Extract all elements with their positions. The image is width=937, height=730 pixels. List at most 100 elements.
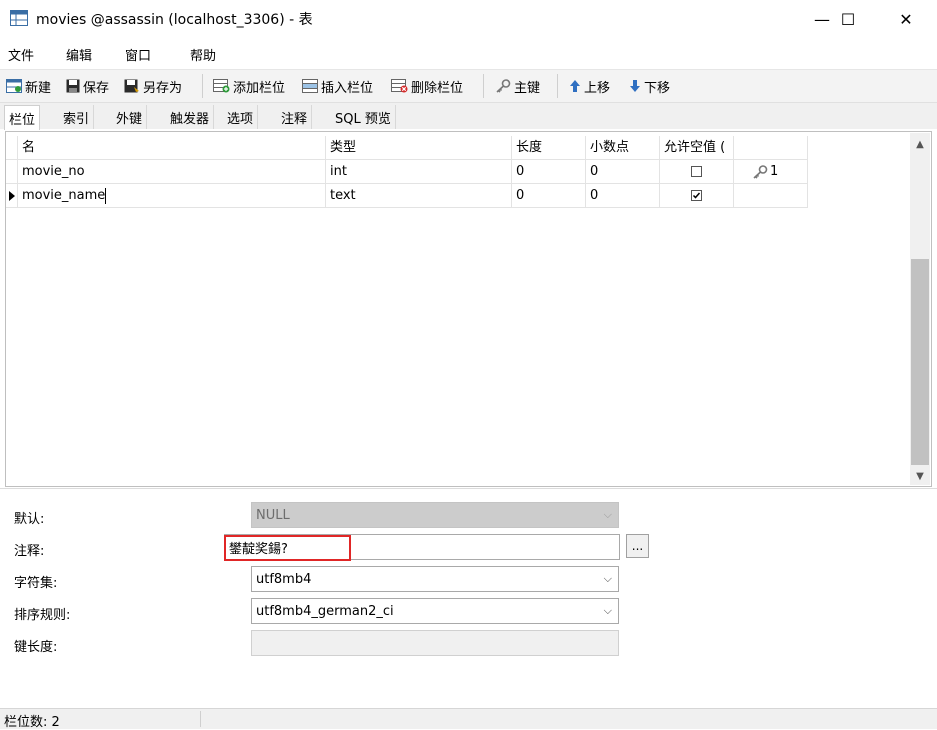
menu-help[interactable]: 帮助 [190, 45, 216, 64]
arrow-down-icon [630, 80, 640, 92]
charset-select[interactable]: utf8mb4 ⌵ [251, 566, 619, 592]
row-indicator-current[interactable] [6, 184, 18, 208]
status-separator [200, 711, 201, 727]
cell-field-nullable[interactable] [660, 184, 734, 208]
close-icon: ✕ [899, 9, 913, 29]
comment-editor-button[interactable]: ... [626, 534, 649, 558]
tab-sql-preview[interactable]: SQL 预览 [331, 105, 396, 129]
tab-indexes[interactable]: 索引 [59, 105, 95, 129]
save-icon [66, 79, 80, 93]
primary-key-icon [753, 165, 768, 179]
menu-bar: 文件 编辑 窗口 帮助 [0, 40, 937, 66]
collation-label: 排序规则: [14, 608, 71, 623]
charset-label: 字符集: [14, 576, 58, 591]
field-count-status: 栏位数: 2 [4, 715, 60, 730]
cell-field-key[interactable]: 1 [734, 160, 808, 184]
row-indicator[interactable] [6, 160, 18, 184]
tab-options[interactable]: 选项 [223, 105, 259, 129]
cell-field-nullable[interactable] [660, 160, 734, 184]
column-header-length[interactable]: 长度 [512, 136, 586, 160]
column-header-decimals[interactable]: 小数点 [586, 136, 660, 160]
default-label: 默认: [14, 512, 45, 527]
fields-grid: 名 类型 长度 小数点 允许空值 ( movie_no int 0 0 1 mo… [5, 131, 932, 487]
move-down-label: 下移 [644, 80, 671, 96]
cell-field-decimals[interactable]: 0 [586, 160, 660, 184]
menu-file[interactable]: 文件 [8, 45, 34, 64]
tab-fields[interactable]: 栏位 [4, 105, 41, 130]
toolbar: 新建 保存 另存为 添加栏位 插入栏位 删除栏位 主键 上移 下移 [0, 69, 937, 103]
grid-vertical-scrollbar[interactable]: ▲ ▼ [910, 133, 930, 485]
delete-field-button[interactable]: 删除栏位 [391, 76, 463, 96]
primary-key-label: 主键 [514, 80, 541, 96]
menu-window[interactable]: 窗口 [125, 45, 151, 64]
chevron-down-icon: ⌵ [603, 572, 612, 585]
maximize-icon: ☐ [840, 9, 856, 29]
toolbar-separator [483, 74, 484, 98]
column-header-key[interactable] [734, 136, 808, 160]
key-order: 1 [770, 164, 779, 179]
collation-value: utf8mb4_german2_ci [256, 603, 394, 619]
default-value: NULL [256, 507, 290, 523]
cell-field-name[interactable]: movie_no [18, 160, 326, 184]
table-app-icon [10, 10, 28, 26]
close-button[interactable]: ✕ [883, 0, 929, 38]
insert-field-label: 插入栏位 [321, 80, 374, 96]
add-field-button[interactable]: 添加栏位 [213, 76, 285, 96]
column-header-nullable[interactable]: 允许空值 ( [660, 136, 734, 160]
toolbar-separator [557, 74, 558, 98]
nullable-checkbox[interactable] [691, 166, 702, 177]
status-bar: 栏位数: 2 [0, 708, 937, 730]
add-field-icon [213, 79, 230, 93]
field-name-editor[interactable]: movie_name [22, 188, 105, 203]
key-icon [496, 79, 511, 93]
new-label: 新建 [25, 80, 52, 96]
maximize-button[interactable]: ☐ [825, 0, 871, 38]
nullable-checkbox-checked[interactable] [691, 190, 702, 201]
collation-select[interactable]: utf8mb4_german2_ci ⌵ [251, 598, 619, 624]
menu-edit[interactable]: 编辑 [66, 45, 92, 64]
cell-field-type[interactable]: int [326, 160, 512, 184]
cell-field-key[interactable] [734, 184, 808, 208]
new-button[interactable]: 新建 [6, 76, 51, 96]
key-length-label: 键长度: [14, 640, 58, 655]
header-row-indicator [6, 136, 18, 160]
move-down-button[interactable]: 下移 [629, 76, 670, 96]
current-row-arrow-icon [9, 191, 15, 201]
key-length-input [251, 630, 619, 656]
add-field-label: 添加栏位 [233, 80, 286, 96]
window-title: movies @assassin (localhost_3306) - 表 [36, 12, 313, 28]
move-up-label: 上移 [584, 80, 611, 96]
insert-field-button[interactable]: 插入栏位 [302, 76, 373, 96]
tab-comment[interactable]: 注释 [277, 105, 313, 129]
comment-label: 注释: [14, 544, 45, 559]
primary-key-button[interactable]: 主键 [495, 76, 540, 96]
delete-field-icon [391, 79, 408, 93]
scroll-up-arrow-icon[interactable]: ▲ [910, 135, 930, 153]
cell-field-length[interactable]: 0 [512, 160, 586, 184]
tab-options-label: 选项 [227, 111, 254, 127]
tab-bar: 栏位 索引 外键 触发器 选项 注释 SQL 预览 [0, 103, 937, 130]
delete-field-label: 删除栏位 [411, 80, 464, 96]
cell-field-name[interactable]: movie_name [18, 184, 326, 208]
cell-field-type[interactable]: text [326, 184, 512, 208]
save-as-label: 另存为 [143, 80, 183, 96]
column-header-type[interactable]: 类型 [326, 136, 512, 160]
scrollbar-thumb[interactable] [911, 259, 929, 465]
charset-value: utf8mb4 [256, 571, 312, 587]
scroll-down-arrow-icon[interactable]: ▼ [910, 467, 930, 485]
save-as-button[interactable]: 另存为 [124, 76, 182, 96]
toolbar-separator [202, 74, 203, 98]
cell-field-length[interactable]: 0 [512, 184, 586, 208]
save-button[interactable]: 保存 [66, 76, 109, 96]
save-as-icon [124, 79, 139, 93]
tab-triggers[interactable]: 触发器 [166, 105, 215, 129]
chevron-down-icon: ⌵ [603, 604, 612, 617]
tab-fields-label: 栏位 [9, 112, 36, 128]
tab-comment-label: 注释 [281, 111, 308, 127]
column-header-name[interactable]: 名 [18, 136, 326, 160]
text-caret [105, 187, 107, 204]
move-up-button[interactable]: 上移 [569, 76, 610, 96]
new-table-icon [6, 79, 22, 93]
cell-field-decimals[interactable]: 0 [586, 184, 660, 208]
tab-foreign-keys[interactable]: 外键 [112, 105, 148, 129]
